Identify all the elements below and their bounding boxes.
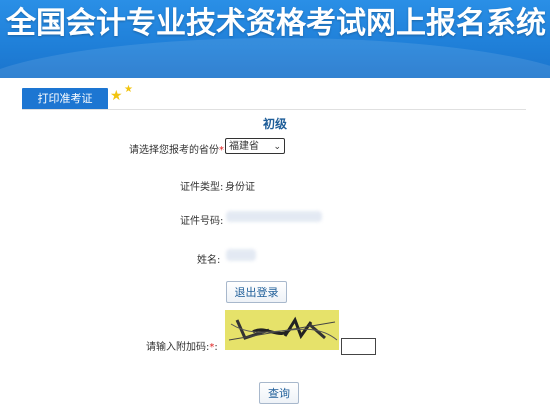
exam-level-heading: 初级 [262,117,287,131]
query-button[interactable]: 查询 [259,382,299,404]
name-label: 姓名: [197,255,221,266]
tab-bar: 打印准考证 ★ ★ [0,84,550,110]
tab-print-admission[interactable]: 打印准考证 [22,88,108,110]
chevron-down-icon: ⌄ [273,142,281,152]
captcha-graphic [225,310,339,350]
province-select[interactable]: 福建省 ⌄ [225,138,285,154]
tab-divider [22,109,526,110]
colon: : [214,342,218,353]
id-type-value: 身份证 [225,182,255,193]
province-label: 请选择您报考的省份*: [129,141,227,156]
id-type-label: 证件类型: [180,182,224,193]
id-number-label: 证件号码: [180,216,224,227]
system-title: 全国会计专业技术资格考试网上报名系统 [6,6,546,41]
logout-button[interactable]: 退出登录 [226,281,287,303]
header-banner: 全国会计专业技术资格考试网上报名系统 [0,0,550,78]
name-redacted [226,249,256,261]
captcha-input[interactable] [341,338,376,355]
province-label-text: 请选择您报考的省份 [129,145,219,156]
captcha-label: 请输入附加码:*: [146,338,218,353]
banner-decoration [0,38,550,78]
captcha-image [225,310,339,350]
star-icon: ★ [124,84,133,95]
id-number-redacted [226,211,322,222]
captcha-label-text: 请输入附加码: [146,342,210,353]
province-select-value: 福建省 [229,141,259,152]
star-icon: ★ [110,88,123,104]
